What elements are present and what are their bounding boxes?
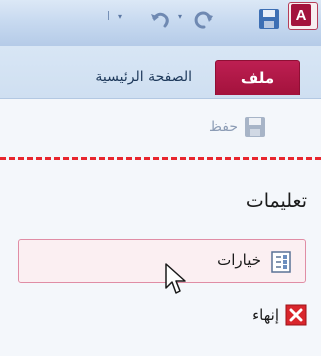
save-icon[interactable] — [257, 7, 281, 31]
options-label: خيارات — [217, 251, 261, 269]
tab-file[interactable]: ملف — [215, 60, 300, 95]
chevron-down-icon[interactable]: ▾ — [178, 13, 185, 21]
redo-icon[interactable] — [192, 8, 216, 32]
qat-separator: | — [107, 11, 111, 21]
close-icon — [285, 304, 307, 326]
title-bar: | ▾ ▾ A — [0, 0, 321, 47]
undo-icon[interactable] — [148, 8, 172, 32]
exit-menu-item[interactable]: إنهاء — [252, 300, 307, 330]
tab-home[interactable]: الصفحة الرئيسية — [2, 60, 208, 94]
save-menu-item[interactable]: حفظ — [209, 112, 266, 142]
options-menu-item[interactable]: خيارات — [18, 239, 306, 283]
app-logo-letter: A — [291, 4, 311, 26]
mouse-cursor-icon — [165, 263, 186, 294]
exit-label: إنهاء — [252, 306, 279, 324]
dashed-divider — [0, 157, 321, 160]
options-icon — [271, 251, 291, 273]
app-logo: A — [288, 2, 318, 30]
ribbon-tab-row: الصفحة الرئيسية ملف — [0, 46, 321, 99]
save-icon — [245, 117, 265, 137]
section-title-help: تعليمات — [245, 190, 307, 212]
chevron-down-icon[interactable]: ▾ — [118, 13, 125, 21]
save-label: حفظ — [208, 119, 238, 135]
